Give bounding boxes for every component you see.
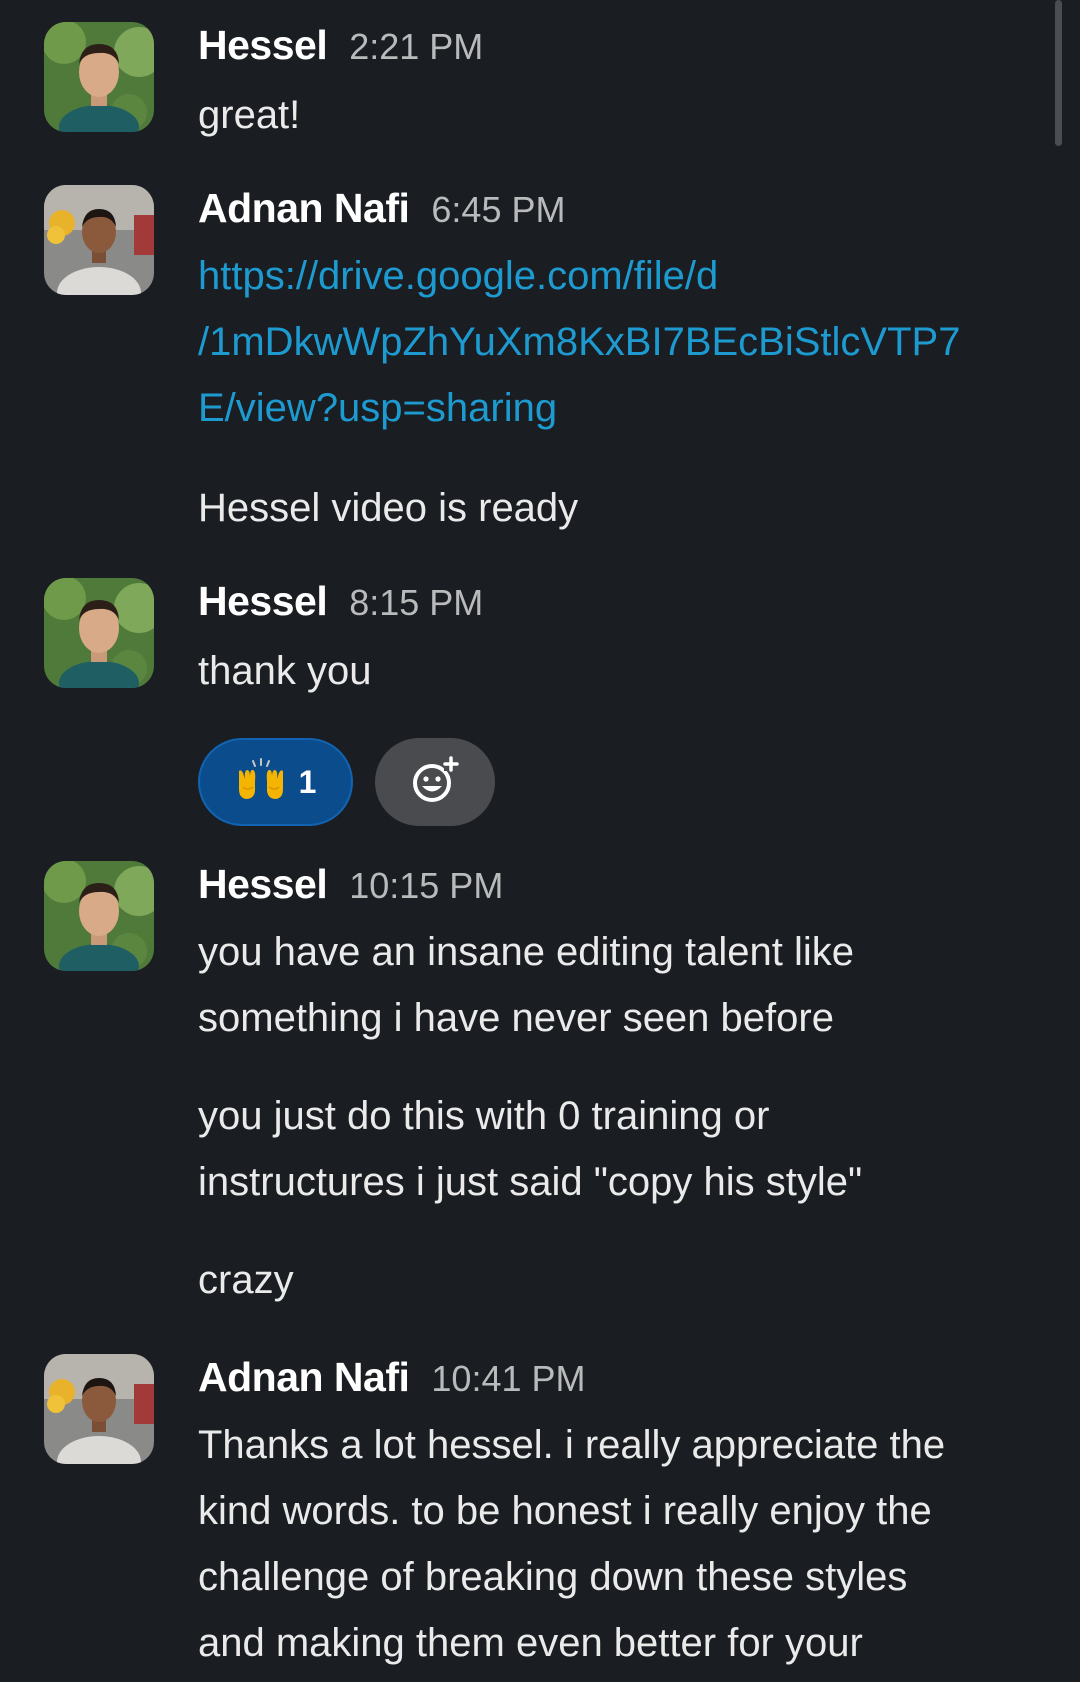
author-name[interactable]: Hessel xyxy=(198,22,328,69)
avatar-hessel[interactable] xyxy=(44,861,154,971)
text-line: you just do this with 0 training or xyxy=(198,1094,770,1138)
message-paragraph: you just do this with 0 training or inst… xyxy=(198,1083,1038,1215)
link-line[interactable]: https://drive.google.com/file/d xyxy=(198,243,1038,309)
message-text: Hessel video is ready xyxy=(198,486,579,530)
text-line: challenge of breaking down these styles xyxy=(198,1555,908,1599)
timestamp[interactable]: 10:41 PM xyxy=(431,1358,585,1400)
scrollbar[interactable] xyxy=(1055,0,1062,146)
raising-hands-icon xyxy=(235,757,287,808)
avatar-image xyxy=(44,22,154,132)
avatar-image xyxy=(44,1354,154,1464)
message-paragraph: crazy xyxy=(198,1247,1038,1313)
add-reaction-button[interactable] xyxy=(375,738,495,826)
avatar-adnan[interactable] xyxy=(44,1354,154,1464)
timestamp[interactable]: 8:15 PM xyxy=(349,582,483,624)
timestamp[interactable]: 10:15 PM xyxy=(349,865,503,907)
avatar-image xyxy=(44,861,154,971)
reaction-raising-hands[interactable]: 1 xyxy=(198,738,353,826)
author-name[interactable]: Adnan Nafi xyxy=(198,185,410,232)
author-name[interactable]: Hessel xyxy=(198,578,328,625)
message-text: thank you xyxy=(198,649,372,693)
reactions-bar: 1 xyxy=(198,738,1038,826)
avatar-hessel[interactable] xyxy=(44,22,154,132)
text-line: something i have never seen before xyxy=(198,996,834,1040)
author-name[interactable]: Hessel xyxy=(198,861,328,908)
avatar-adnan[interactable] xyxy=(44,185,154,295)
add-reaction-icon xyxy=(410,755,460,810)
message-paragraph: you have an insane editing talent like s… xyxy=(198,919,1038,1051)
text-line: kind words. to be honest i really enjoy … xyxy=(198,1489,932,1533)
text-line: crazy xyxy=(198,1258,294,1302)
message-text: great! xyxy=(198,93,301,137)
drive-link[interactable]: https://drive.google.com/file/d /1mDkwWp… xyxy=(198,243,1038,441)
avatar-image xyxy=(44,578,154,688)
text-line: Thanks a lot hessel. i really appreciate… xyxy=(198,1423,946,1467)
text-line: you have an insane editing talent like xyxy=(198,930,855,974)
reaction-count: 1 xyxy=(298,763,317,800)
timestamp[interactable]: 6:45 PM xyxy=(431,189,565,231)
link-line[interactable]: /1mDkwWpZhYuXm8KxBI7BEcBiStlcVTP7 xyxy=(198,309,1038,375)
message-paragraph: Thanks a lot hessel. i really appreciate… xyxy=(198,1412,1038,1676)
author-name[interactable]: Adnan Nafi xyxy=(198,1354,410,1401)
avatar-hessel[interactable] xyxy=(44,578,154,688)
link-line[interactable]: E/view?usp=sharing xyxy=(198,375,1038,441)
timestamp[interactable]: 2:21 PM xyxy=(349,26,483,68)
text-line: and making them even better for your xyxy=(198,1621,863,1665)
text-line: instructures i just said "copy his style… xyxy=(198,1160,863,1204)
avatar-image xyxy=(44,185,154,295)
